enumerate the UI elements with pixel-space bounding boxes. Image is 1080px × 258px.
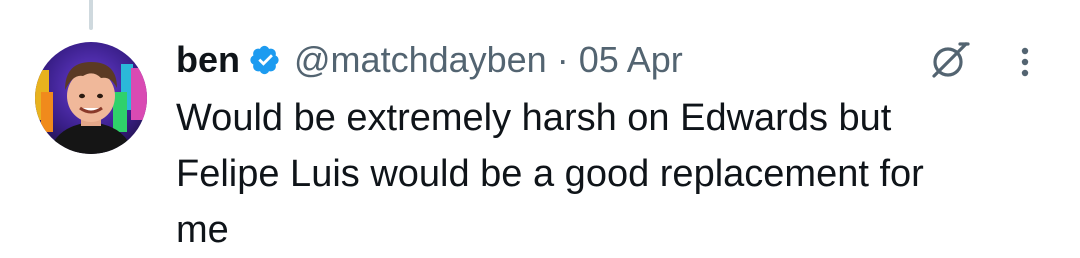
author-handle[interactable]: @matchdayben [294, 39, 547, 81]
tweet[interactable]: ben @matchdayben · 05 Apr Would be extre… [176, 34, 1036, 258]
tweet-text: Would be extremely harsh on Edwards but … [176, 97, 924, 251]
avatar-image [35, 42, 147, 154]
separator-dot: · [556, 39, 569, 80]
verified-badge-icon [248, 42, 284, 78]
tweet-header: ben @matchdayben · 05 Apr [176, 34, 1036, 86]
grok-icon[interactable] [926, 38, 972, 84]
avatar[interactable] [35, 42, 147, 154]
tweet-actions-top [926, 38, 1036, 84]
more-options-icon[interactable] [1018, 38, 1032, 84]
author-display-name[interactable]: ben [176, 39, 240, 81]
tweet-timestamp[interactable]: 05 Apr [579, 39, 683, 81]
thread-line [89, 0, 93, 30]
